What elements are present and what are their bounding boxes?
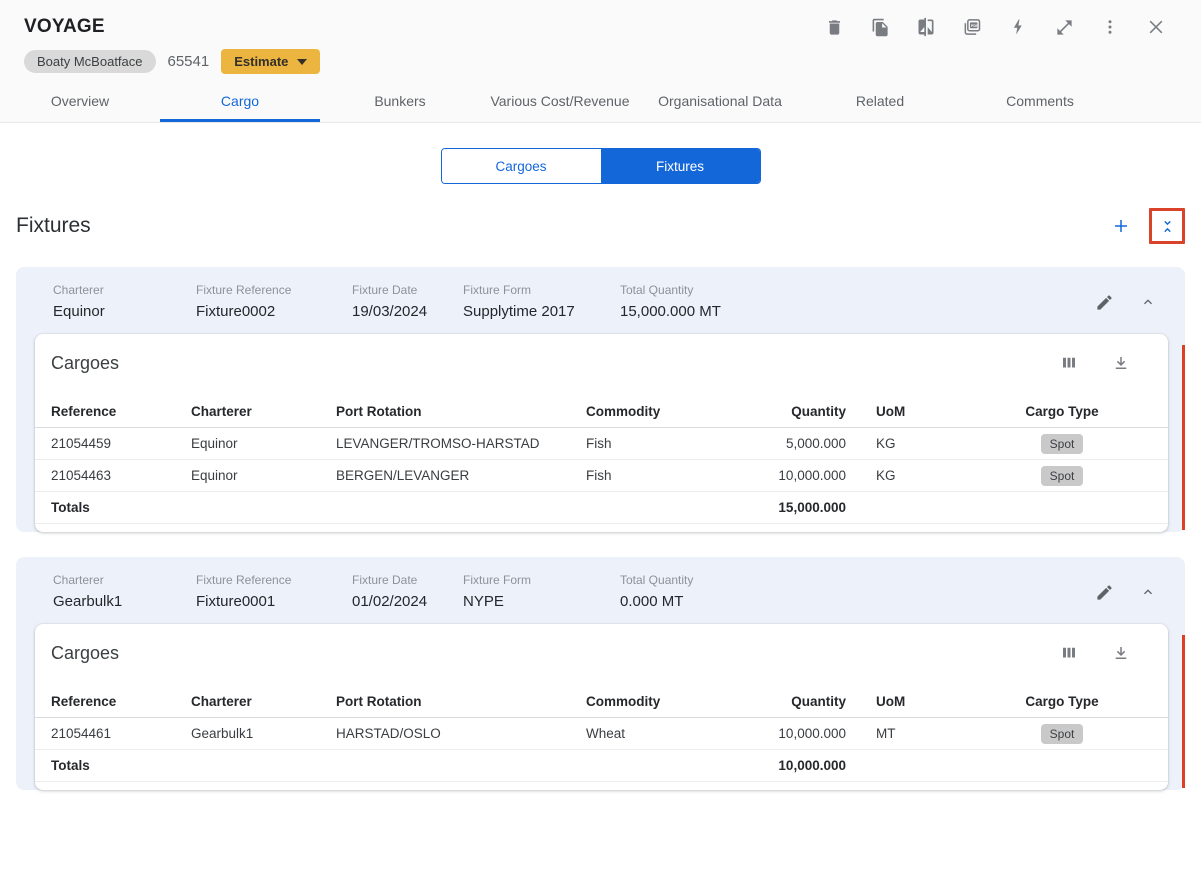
cargoes-table: Reference Charterer Port Rotation Commod… <box>35 686 1168 782</box>
tab-cargo[interactable]: Cargo <box>160 82 320 122</box>
fixture-field-reference: Fixture Reference Fixture0002 <box>196 283 292 320</box>
table-row[interactable]: 21054461 Gearbulk1 HARSTAD/OSLO Wheat 10… <box>35 718 1168 750</box>
columns-icon[interactable] <box>1056 350 1082 376</box>
table-row[interactable]: 21054463 Equinor BERGEN/LEVANGER Fish 10… <box>35 460 1168 492</box>
svg-text:PDF: PDF <box>971 24 979 28</box>
tab-overview[interactable]: Overview <box>0 82 160 122</box>
cargoes-title: Cargoes <box>51 352 120 373</box>
fixture-card: Charterer Gearbulk1 Fixture Reference Fi… <box>16 557 1185 790</box>
fixture-summary: Charterer Gearbulk1 Fixture Reference Fi… <box>16 557 1185 624</box>
table-header-row: Reference Charterer Port Rotation Commod… <box>35 686 1168 718</box>
caret-down-icon <box>297 58 308 65</box>
estimate-button[interactable]: Estimate <box>221 49 321 74</box>
add-fixture-button[interactable] <box>1106 211 1136 241</box>
fixture-field-form: Fixture Form NYPE <box>463 573 532 610</box>
fixture-field-total-quantity: Total Quantity 0.000 MT <box>620 573 694 610</box>
fixture-card: Charterer Equinor Fixture Reference Fixt… <box>16 267 1185 532</box>
totals-row: Totals 15,000.000 <box>35 492 1168 524</box>
quick-actions-icon[interactable] <box>1005 14 1031 40</box>
cargoes-title: Cargoes <box>51 642 120 663</box>
fixtures-section-title: Fixtures <box>16 214 91 237</box>
totals-row: Totals 10,000.000 <box>35 750 1168 782</box>
table-header-row: Reference Charterer Port Rotation Commod… <box>35 396 1168 428</box>
download-icon[interactable] <box>1108 640 1134 666</box>
more-options-icon[interactable] <box>1097 14 1123 40</box>
header-toolbar: PDF <box>821 14 1169 40</box>
export-pdf-icon[interactable]: PDF <box>959 14 985 40</box>
highlight-strip <box>1182 345 1185 530</box>
page-title: VOYAGE <box>24 16 105 37</box>
plus-icon <box>1115 220 1127 232</box>
compare-icon[interactable] <box>913 14 939 40</box>
copy-icon[interactable] <box>867 14 893 40</box>
collapse-icon <box>1163 220 1171 232</box>
cargoes-table-card: Cargoes Reference Charterer Port Rotatio… <box>35 334 1168 532</box>
cargo-type-badge: Spot <box>1040 465 1084 486</box>
collapse-fixture-button[interactable] <box>1135 579 1161 605</box>
table-row[interactable]: 21054459 Equinor LEVANGER/TROMSO-HARSTAD… <box>35 428 1168 460</box>
voyage-number: 65541 <box>167 53 210 70</box>
delete-icon[interactable] <box>821 14 847 40</box>
collapse-fixture-button[interactable] <box>1135 289 1161 315</box>
fixture-field-date: Fixture Date 19/03/2024 <box>352 283 428 320</box>
cargoes-table: Reference Charterer Port Rotation Commod… <box>35 396 1168 524</box>
download-icon[interactable] <box>1108 350 1134 376</box>
chevron-up-icon <box>1144 299 1152 305</box>
fixtures-toggle-button[interactable]: Fixtures <box>600 149 760 183</box>
tab-bunkers[interactable]: Bunkers <box>320 82 480 122</box>
vessel-badge: Boaty McBoatface <box>24 50 156 73</box>
fixture-field-total-quantity: Total Quantity 15,000.000 MT <box>620 283 721 320</box>
highlight-strip <box>1182 635 1185 788</box>
total-quantity-value: 15,000.000 <box>778 500 846 515</box>
fixture-field-form: Fixture Form Supplytime 2017 <box>463 283 575 320</box>
fixture-field-date: Fixture Date 01/02/2024 <box>352 573 428 610</box>
fixture-field-charterer: Charterer Gearbulk1 <box>53 573 123 610</box>
pencil-icon <box>1096 294 1112 310</box>
fixture-field-charterer: Charterer Equinor <box>53 283 105 320</box>
tab-various-cost-revenue[interactable]: Various Cost/Revenue <box>480 82 640 122</box>
close-icon[interactable] <box>1143 14 1169 40</box>
expand-icon[interactable] <box>1051 14 1077 40</box>
estimate-button-label: Estimate <box>234 54 289 69</box>
fixture-field-reference: Fixture Reference Fixture0001 <box>196 573 292 610</box>
pencil-icon <box>1096 584 1112 600</box>
tab-organisational-data[interactable]: Organisational Data <box>640 82 800 122</box>
cargo-type-badge: Spot <box>1040 433 1084 454</box>
cargoes-toggle-button[interactable]: Cargoes <box>441 149 601 183</box>
fixtures-section: Fixtures Charterer Equinor Fixture Refer… <box>0 208 1201 790</box>
cargoes-table-card: Cargoes Reference Charterer Port Rotatio… <box>35 624 1168 790</box>
tab-related[interactable]: Related <box>800 82 960 122</box>
cargo-type-badge: Spot <box>1040 723 1084 744</box>
main-tabs: Overview Cargo Bunkers Various Cost/Reve… <box>0 82 1177 122</box>
view-toggle: Cargoes Fixtures <box>0 148 1201 184</box>
columns-icon[interactable] <box>1056 640 1082 666</box>
chevron-up-icon <box>1144 589 1152 595</box>
fixture-summary: Charterer Equinor Fixture Reference Fixt… <box>16 267 1185 334</box>
edit-fixture-button[interactable] <box>1091 289 1117 315</box>
total-quantity-value: 10,000.000 <box>778 758 846 773</box>
tab-comments[interactable]: Comments <box>960 82 1120 122</box>
collapse-all-button[interactable] <box>1149 208 1185 244</box>
voyage-header: VOYAGE PDF Boaty McBoatface 65541 Estima… <box>0 0 1201 123</box>
edit-fixture-button[interactable] <box>1091 579 1117 605</box>
